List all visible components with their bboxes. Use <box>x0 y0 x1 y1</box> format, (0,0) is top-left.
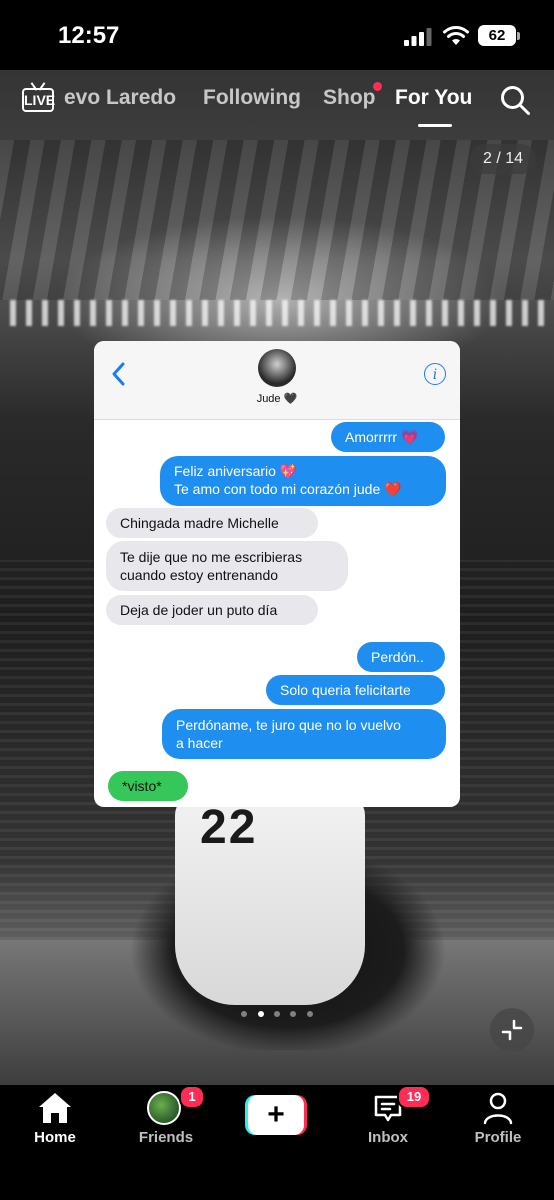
nav-friends-label: Friends <box>138 1129 194 1146</box>
message-bubble-outgoing: Feliz aniversario 💖 Te amo con todo mi c… <box>160 456 446 506</box>
contact-avatar <box>258 349 296 387</box>
home-icon <box>39 1093 71 1123</box>
live-icon[interactable]: LIVE <box>22 82 58 114</box>
status-bar: 12:57 62 <box>0 0 554 70</box>
collapse-button[interactable] <box>490 1008 534 1052</box>
battery-cap <box>517 32 520 40</box>
shirt-number: 22 <box>200 801 258 854</box>
message-bubble-outgoing: Perdón.. <box>357 642 445 672</box>
status-time: 12:57 <box>58 22 120 49</box>
active-tab-indicator <box>418 124 452 127</box>
message-bubble-incoming: Chingada madre Michelle <box>106 508 318 538</box>
plus-icon: + <box>248 1095 304 1135</box>
shop-notification-dot <box>373 82 382 91</box>
nav-home[interactable]: Home <box>10 1085 100 1155</box>
message-bubble-visto: *visto* <box>108 771 188 801</box>
info-icon: i <box>424 363 446 385</box>
tab-for-you[interactable]: For You <box>395 86 472 110</box>
wifi-icon <box>443 26 469 45</box>
tab-shop[interactable]: Shop <box>323 86 376 110</box>
nav-friends[interactable]: 1 Friends <box>121 1085 211 1155</box>
search-icon[interactable] <box>499 84 531 116</box>
tab-local[interactable]: evo Laredo <box>64 86 176 110</box>
friends-avatar <box>147 1091 181 1125</box>
battery-icon: 62 <box>478 25 516 46</box>
message-bubble-outgoing: Perdóname, te juro que no lo vuelvo a ha… <box>162 709 446 759</box>
conversation-header: Jude 🖤 i <box>94 341 460 420</box>
live-label: LIVE <box>24 92 56 108</box>
cellular-signal-icon <box>404 28 432 46</box>
collapse-icon <box>501 1019 523 1041</box>
stadium-lights <box>10 300 544 326</box>
friends-badge: 1 <box>179 1085 205 1109</box>
inbox-badge: 19 <box>397 1085 431 1109</box>
message-bubble-incoming: Te dije que no me escribieras cuando est… <box>106 541 348 591</box>
create-button[interactable]: + <box>245 1095 307 1135</box>
profile-icon <box>483 1092 513 1125</box>
photo-page-indicator <box>0 1004 554 1017</box>
message-bubble-outgoing: Solo queria felicitarte <box>266 675 445 705</box>
message-bubble-outgoing: Amorrrrr 💗 <box>331 422 445 452</box>
nav-inbox-label: Inbox <box>368 1129 408 1146</box>
tab-following[interactable]: Following <box>203 86 301 110</box>
nav-home-label: Home <box>34 1129 76 1146</box>
top-nav: LIVE evo Laredo Following Shop For You <box>0 70 554 130</box>
nav-profile[interactable]: Profile <box>453 1085 543 1155</box>
contact-name: Jude 🖤 <box>256 393 298 405</box>
nav-inbox[interactable]: 19 Inbox <box>343 1085 433 1155</box>
chevron-left-icon <box>112 362 125 386</box>
page-dot <box>306 1011 313 1017</box>
nav-profile-label: Profile <box>474 1129 522 1146</box>
page-dot-active <box>257 1011 264 1017</box>
message-screenshot-card: Jude 🖤 i Amorrrrr 💗 Feliz aniversario 💖 … <box>94 341 460 807</box>
page-dot <box>274 1011 280 1017</box>
message-bubble-incoming: Deja de joder un puto día <box>106 595 318 625</box>
bottom-nav: Home 1 Friends + 19 Inbox Profile <box>0 1085 554 1200</box>
slide-counter: 2 / 14 <box>470 144 536 174</box>
